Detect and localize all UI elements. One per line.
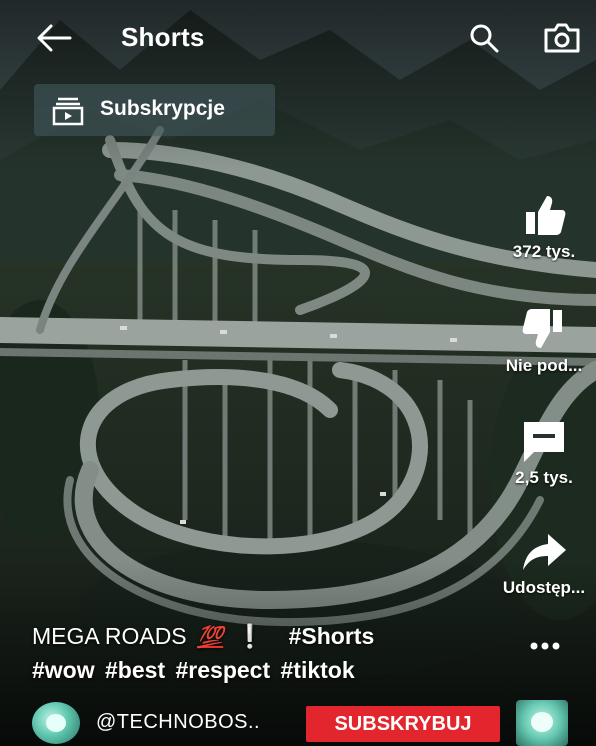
back-button[interactable]	[34, 18, 74, 58]
thumbs-down-icon	[522, 309, 562, 348]
share-arrow-icon	[523, 534, 566, 570]
sound-thumbnail-face	[531, 712, 553, 732]
subscriptions-label: Subskrypcje	[100, 97, 225, 120]
channel-handle[interactable]: @TECHNOBOS..	[96, 711, 260, 734]
subscribe-button[interactable]: SUBSKRYBUJ	[306, 706, 500, 742]
sound-thumbnail[interactable]	[516, 700, 568, 746]
share-label: Udostęp...	[502, 578, 586, 597]
channel-avatar[interactable]	[32, 702, 80, 744]
video-caption: MEGA ROADS 💯 ❕ #Shorts #wow #best #respe…	[32, 620, 472, 686]
like-count: 372 tys.	[512, 242, 576, 261]
comments-button[interactable]: 2,5 tys.	[492, 418, 596, 488]
hashtag-wow[interactable]: #wow	[32, 657, 95, 683]
hashtag-respect[interactable]: #respect	[176, 657, 271, 683]
caption-line-2: #wow #best #respect #tiktok	[32, 654, 472, 686]
caption-line-1: MEGA ROADS 💯 ❕ #Shorts	[32, 620, 472, 654]
like-button[interactable]: 372 tys.	[492, 192, 596, 262]
camera-button[interactable]	[542, 20, 582, 56]
hashtag-best[interactable]: #best	[105, 657, 165, 683]
thumbs-up-icon	[526, 196, 566, 235]
more-dots-icon	[530, 642, 560, 650]
arrow-left-icon	[37, 24, 72, 52]
hashtag-shorts[interactable]: #Shorts	[289, 623, 375, 649]
camera-icon	[544, 23, 580, 53]
dislike-label: Nie pod...	[505, 356, 583, 375]
search-icon	[470, 24, 499, 53]
more-options-button[interactable]	[528, 636, 562, 656]
comments-count: 2,5 tys.	[515, 468, 573, 487]
avatar-face	[46, 714, 66, 732]
hundred-points-emoji: 💯	[197, 626, 224, 649]
top-bar: Shorts	[0, 0, 596, 78]
search-button[interactable]	[466, 20, 502, 56]
page-title: Shorts	[121, 22, 205, 52]
share-button[interactable]: Udostęp...	[492, 528, 596, 598]
video-title: MEGA ROADS	[32, 623, 187, 649]
exclamation-emoji: ❕	[235, 623, 265, 649]
comment-icon	[524, 422, 564, 462]
subscriptions-chip[interactable]: Subskrypcje	[34, 84, 275, 136]
subscriptions-icon	[52, 97, 84, 126]
dislike-button[interactable]: Nie pod...	[492, 306, 596, 376]
hashtag-tiktok[interactable]: #tiktok	[281, 657, 355, 683]
channel-row: @TECHNOBOS.. SUBSKRYBUJ	[32, 700, 592, 746]
